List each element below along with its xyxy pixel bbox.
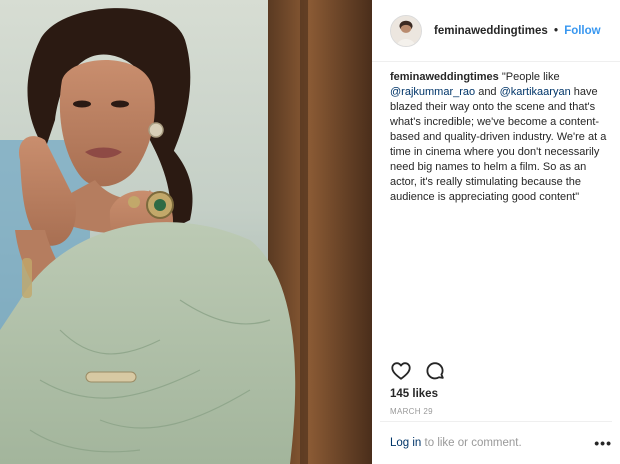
caption-text-2: and	[475, 86, 500, 98]
follow-button[interactable]: Follow	[564, 25, 600, 37]
caption-username[interactable]: feminaweddingtimes	[390, 71, 499, 83]
header-text: feminaweddingtimes • Follow	[434, 25, 601, 37]
caption-text-3: have blazed their way onto the scene and…	[390, 86, 607, 203]
post-actions	[390, 360, 446, 382]
likes-count[interactable]: 145 likes	[390, 388, 438, 400]
header-username[interactable]: feminaweddingtimes	[434, 25, 548, 37]
heart-icon[interactable]	[390, 360, 412, 382]
mention-link-1[interactable]: @rajkummar_rao	[390, 86, 475, 98]
more-options-icon[interactable]: •••	[594, 435, 612, 451]
post-photo[interactable]	[0, 0, 372, 464]
caption-text-1: "People like	[498, 71, 560, 83]
post-date: MARCH 29	[390, 407, 433, 416]
avatar-image	[391, 15, 421, 46]
header-separator: •	[553, 24, 558, 37]
comment-icon[interactable]	[424, 360, 446, 382]
login-prompt: Log in to like or comment.	[390, 437, 522, 449]
mention-link-2[interactable]: @kartikaaryan	[500, 86, 571, 98]
post-caption: feminaweddingtimes "People like @rajkumm…	[390, 70, 612, 205]
post-photo-image	[0, 0, 372, 464]
instagram-post: feminaweddingtimes • Follow feminaweddin…	[0, 0, 620, 464]
login-link[interactable]: Log in	[390, 437, 421, 449]
avatar[interactable]	[390, 14, 422, 47]
post-panel: feminaweddingtimes • Follow feminaweddin…	[372, 0, 620, 464]
post-header: feminaweddingtimes • Follow	[372, 0, 620, 62]
post-footer: Log in to like or comment. •••	[380, 421, 612, 464]
login-prompt-text: to like or comment.	[421, 437, 522, 449]
